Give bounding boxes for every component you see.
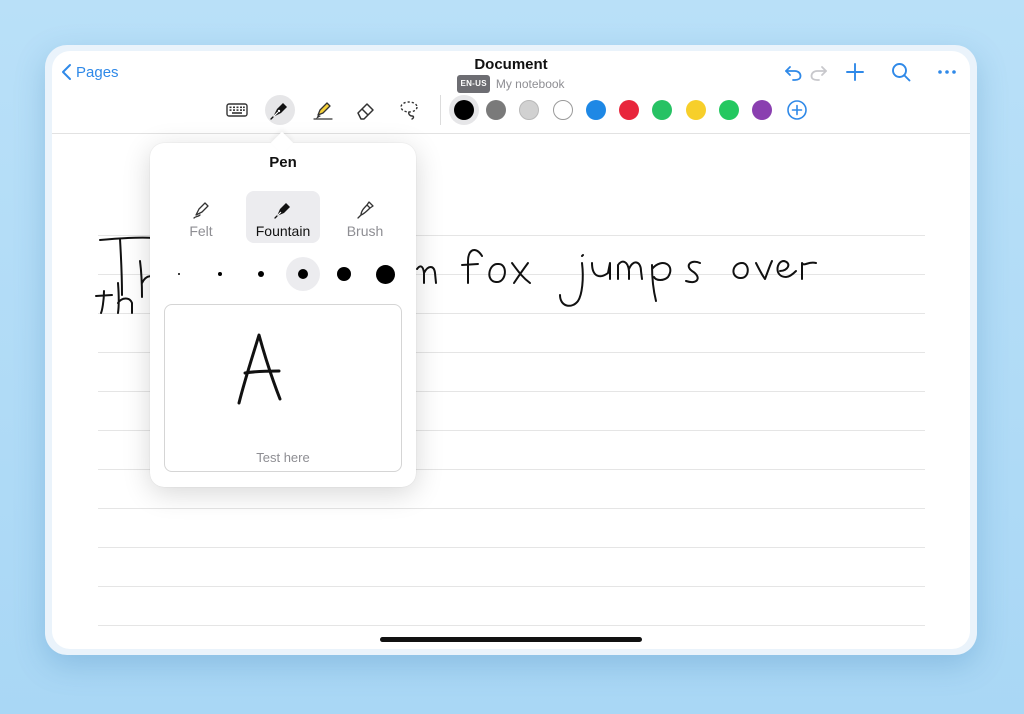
keyboard-icon (226, 103, 248, 117)
home-indicator[interactable] (380, 637, 642, 642)
top-bar: Pages Document EN-US My notebook (52, 51, 970, 133)
ruled-line (98, 586, 925, 587)
pen-type-fountain[interactable]: Fountain (246, 191, 320, 243)
add-color-icon[interactable] (786, 99, 808, 121)
add-icon (846, 63, 864, 81)
redo-icon (810, 66, 827, 81)
highlighter-tool[interactable] (308, 95, 338, 125)
pen-type-selector: Felt Fountain Brush (150, 191, 416, 243)
undo-icon (785, 66, 802, 81)
pen-tool[interactable] (265, 95, 295, 125)
search-icon (892, 63, 911, 82)
undo-button[interactable] (780, 61, 806, 83)
stroke-size-selector (162, 257, 404, 293)
stroke-size-option-selected[interactable] (286, 257, 320, 291)
stroke-size-option[interactable] (327, 257, 361, 291)
color-swatch-green[interactable] (652, 100, 673, 120)
header-divider (52, 133, 970, 134)
ruled-line (98, 547, 925, 548)
pen-options-popover: Pen Felt Fountain Brush Test here (150, 131, 416, 487)
lasso-icon (400, 101, 418, 120)
ruled-line (98, 508, 925, 509)
pen-type-label: Fountain (255, 223, 311, 239)
eraser-tool[interactable] (351, 95, 381, 125)
popover-arrow (270, 131, 294, 155)
color-swatch-purple[interactable] (752, 100, 773, 120)
tablet-frame: Pages Document EN-US My notebook Pen Fel… (45, 45, 977, 655)
add-page-button[interactable] (842, 61, 868, 83)
highlighter-icon (313, 102, 333, 120)
lasso-tool[interactable] (394, 95, 424, 125)
keyboard-tool[interactable] (222, 95, 252, 125)
popover-title: Pen (269, 154, 297, 171)
felt-pen-icon (193, 202, 209, 219)
notes-app-screen: Pages Document EN-US My notebook Pen Fel… (52, 51, 970, 649)
stroke-size-option[interactable] (162, 257, 196, 291)
search-button[interactable] (888, 61, 914, 83)
stroke-size-option[interactable] (244, 257, 278, 291)
stroke-size-option[interactable] (368, 257, 402, 291)
language-badge[interactable]: EN-US (457, 75, 490, 93)
fountain-pen-icon (274, 203, 290, 219)
toolbar-divider (440, 95, 441, 125)
ruled-line (98, 625, 925, 626)
more-icon (938, 70, 956, 74)
drawing-toolbar (222, 94, 808, 126)
notebook-name[interactable]: My notebook (496, 76, 565, 92)
pen-type-label: Brush (346, 223, 384, 239)
eraser-icon (357, 103, 374, 120)
pen-type-label: Felt (189, 223, 213, 239)
pen-type-felt[interactable]: Felt (164, 191, 238, 243)
color-swatch-green-2[interactable] (719, 100, 740, 120)
color-swatch-black[interactable] (454, 100, 474, 120)
pen-type-brush[interactable]: Brush (328, 191, 402, 243)
brush-pen-icon (357, 201, 374, 219)
color-swatch-yellow[interactable] (685, 100, 706, 120)
color-swatch-blue[interactable] (585, 100, 606, 120)
test-stroke (237, 333, 282, 405)
stroke-size-option[interactable] (203, 257, 237, 291)
header-actions (780, 61, 960, 83)
more-options-button[interactable] (934, 61, 960, 83)
color-swatch-red[interactable] (619, 100, 640, 120)
color-swatch-gray[interactable] (486, 100, 506, 120)
test-area-label: Test here (256, 450, 310, 465)
color-swatch-light-gray[interactable] (519, 100, 540, 120)
color-swatch-white[interactable] (552, 100, 573, 120)
selected-color-ring (449, 95, 479, 125)
pen-test-area[interactable]: Test here (164, 304, 402, 472)
redo-button[interactable] (806, 61, 832, 83)
fountain-pen-icon (270, 103, 287, 120)
